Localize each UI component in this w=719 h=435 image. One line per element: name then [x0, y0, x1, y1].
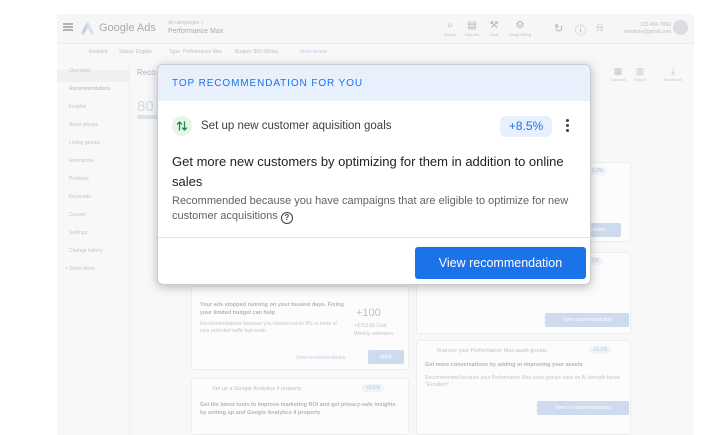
optimization-uplift-badge: +8.5%: [500, 116, 552, 137]
dialog-title: TOP RECOMMENDATION FOR YOU: [172, 78, 364, 89]
screen: Google Ads All campaigns > Performance M…: [0, 0, 719, 435]
dialog-divider: [158, 237, 590, 238]
help-icon[interactable]: ?: [280, 212, 293, 224]
more-options-icon[interactable]: [564, 119, 570, 135]
view-recommendation-button[interactable]: View recommendation: [415, 247, 586, 279]
conversion-goals-icon: [172, 116, 192, 136]
recommendation-headline: Get more new customers by optimizing for…: [172, 154, 564, 189]
recommendation-title: Set up new customer aquisition goals: [201, 120, 392, 132]
dialog-header: TOP RECOMMENDATION FOR YOU: [158, 65, 590, 101]
recommendation-reason: Recommended because you have campaigns t…: [172, 195, 569, 224]
top-recommendation-dialog: TOP RECOMMENDATION FOR YOU Set up new cu…: [157, 64, 591, 285]
